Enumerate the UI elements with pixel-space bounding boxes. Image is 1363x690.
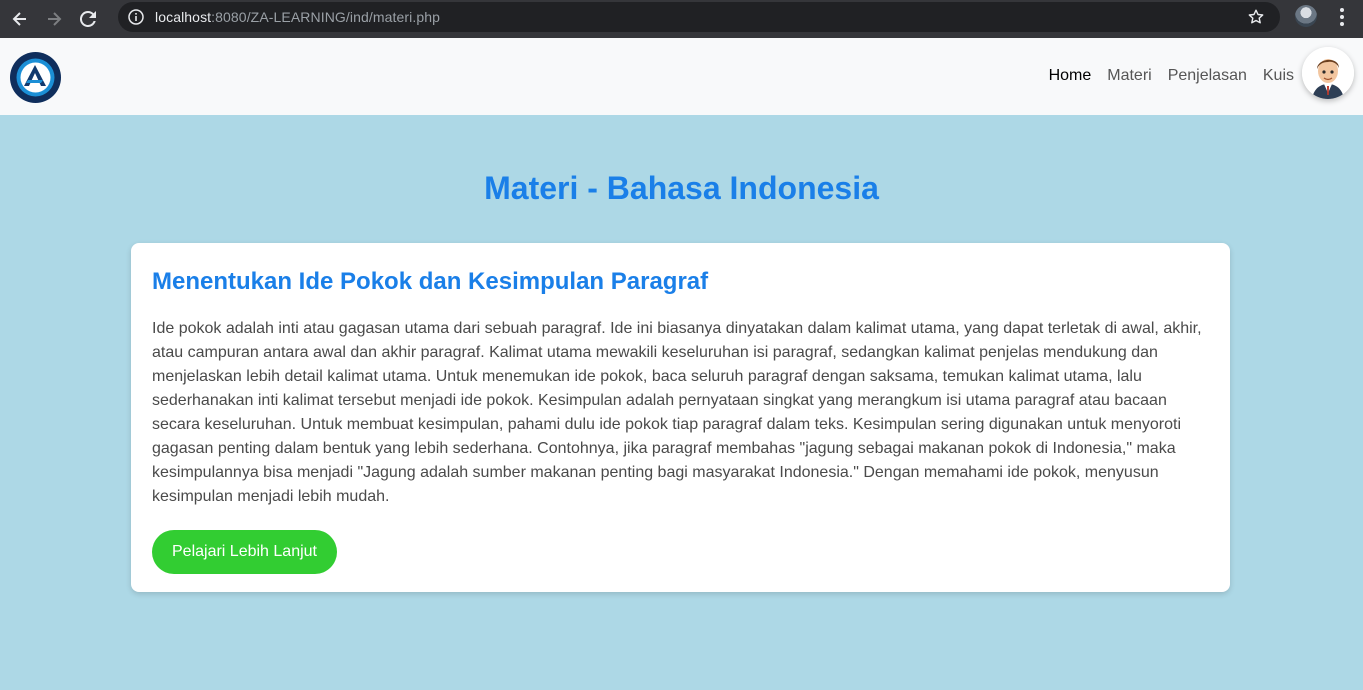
nav-materi[interactable]: Materi: [1107, 67, 1151, 85]
nav-kuis[interactable]: Kuis: [1263, 67, 1294, 85]
address-bar[interactable]: localhost:8080/ZA-LEARNING/ind/materi.ph…: [118, 2, 1280, 32]
url-host: localhost: [155, 9, 212, 25]
site-navbar: Home Materi Penjelasan Kuis: [0, 38, 1363, 115]
browser-toolbar: localhost:8080/ZA-LEARNING/ind/materi.ph…: [0, 0, 1363, 38]
nav-home[interactable]: Home: [1049, 67, 1092, 85]
profile-icon[interactable]: [1295, 5, 1317, 27]
url-text: localhost:8080/ZA-LEARNING/ind/materi.ph…: [155, 9, 440, 25]
card-title: Menentukan Ide Pokok dan Kesimpulan Para…: [152, 268, 709, 295]
learn-more-button[interactable]: Pelajari Lebih Lanjut: [152, 530, 337, 574]
user-avatar[interactable]: [1302, 47, 1354, 99]
back-icon[interactable]: [6, 5, 34, 33]
nav-links: Home Materi Penjelasan Kuis: [1049, 67, 1294, 85]
site-logo[interactable]: [10, 52, 61, 103]
site-info-icon[interactable]: [128, 9, 144, 25]
forward-icon[interactable]: [40, 5, 68, 33]
reload-icon[interactable]: [74, 5, 102, 33]
bookmark-star-icon[interactable]: [1248, 9, 1264, 25]
page-title: Materi - Bahasa Indonesia: [484, 170, 879, 206]
card-body: Ide pokok adalah inti atau gagasan utama…: [152, 320, 1202, 505]
nav-penjelasan[interactable]: Penjelasan: [1168, 67, 1247, 85]
browser-menu-icon[interactable]: [1333, 6, 1351, 28]
materi-card: Menentukan Ide Pokok dan Kesimpulan Para…: [131, 243, 1230, 592]
url-path: :8080/ZA-LEARNING/ind/materi.php: [211, 9, 441, 25]
